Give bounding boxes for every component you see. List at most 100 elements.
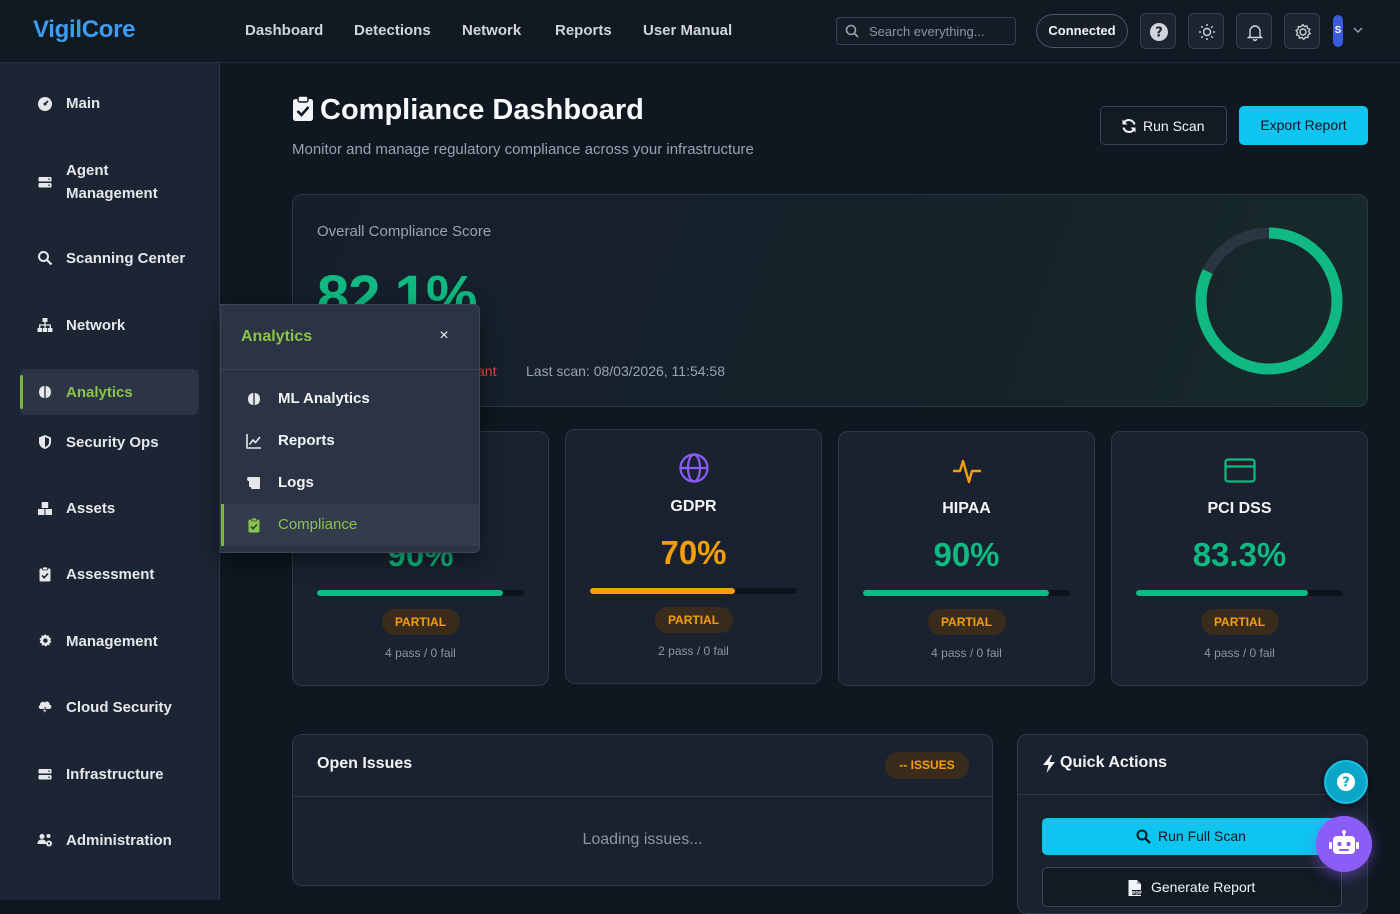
- sidebar-item-label: Infrastructure: [66, 766, 164, 783]
- network-icon: [37, 318, 53, 332]
- globe-icon: [678, 453, 709, 483]
- page-subtitle: Monitor and manage regulatory compliance…: [292, 141, 754, 158]
- notifications-button[interactable]: [1236, 13, 1272, 49]
- run-scan-button[interactable]: Run Scan: [1100, 106, 1227, 145]
- submenu-header: Analytics ×: [221, 305, 479, 370]
- submenu-item-reports[interactable]: Reports: [221, 420, 479, 462]
- analytics-submenu: Analytics × ML Analytics Reports Logs Co…: [220, 304, 480, 553]
- sidebar-item-assessment[interactable]: Assessment: [20, 551, 199, 597]
- submenu-item-label: ML Analytics: [278, 390, 370, 407]
- submenu-item-logs[interactable]: Logs: [221, 462, 479, 504]
- sidebar-item-label: Main: [66, 95, 101, 112]
- server-icon: [38, 769, 52, 780]
- framework-name: PCI DSS: [1207, 500, 1272, 517]
- pass-fail-count: 4 pass / 0 fail: [931, 646, 1002, 660]
- connection-status[interactable]: Connected: [1036, 14, 1128, 48]
- open-issues-title: Open Issues: [317, 755, 413, 772]
- app-logo[interactable]: VigilCore: [33, 16, 136, 44]
- export-report-button[interactable]: Export Report: [1239, 106, 1368, 145]
- framework-progress-track: [863, 590, 1070, 596]
- submenu-item-label: Compliance: [278, 516, 358, 533]
- brain-icon: [39, 386, 51, 398]
- floating-help-button[interactable]: ?: [1324, 760, 1368, 804]
- framework-progress-fill: [590, 588, 735, 594]
- refresh-icon: [1122, 119, 1136, 133]
- generate-report-label: Generate Report: [1151, 879, 1256, 895]
- framework-percent: 90%: [933, 536, 1000, 573]
- svg-text:PDF: PDF: [1132, 890, 1142, 896]
- chevron-down-icon[interactable]: [1353, 25, 1363, 35]
- sidebar: Main Agent Management Scanning Center Ne…: [0, 63, 220, 900]
- clipboard-check-icon: [293, 95, 313, 121]
- gauge-icon: [38, 97, 52, 111]
- sidebar-item-cloud-security[interactable]: Cloud Security: [20, 684, 199, 730]
- question-circle-icon: ?: [1150, 23, 1168, 41]
- run-full-scan-label: Run Full Scan: [1158, 828, 1246, 844]
- avatar[interactable]: S: [1333, 15, 1343, 47]
- search-icon: [1136, 829, 1151, 844]
- sidebar-item-label: Management: [66, 633, 158, 650]
- search-placeholder: Search everything...: [869, 24, 985, 39]
- framework-progress-track: [590, 588, 797, 594]
- help-button[interactable]: ?: [1140, 13, 1176, 49]
- sidebar-item-label: Network: [66, 317, 126, 334]
- framework-progress-fill: [1136, 590, 1309, 596]
- sidebar-item-label: Cloud Security: [66, 699, 172, 716]
- svg-text:?: ?: [1342, 776, 1350, 791]
- settings-button[interactable]: [1284, 13, 1320, 49]
- page-title-text: Compliance Dashboard: [320, 94, 644, 126]
- close-icon[interactable]: ×: [436, 327, 452, 345]
- generate-report-button[interactable]: PDF Generate Report: [1042, 867, 1342, 907]
- gear-icon: [39, 634, 52, 647]
- framework-name: HIPAA: [942, 500, 991, 517]
- nav-reports[interactable]: Reports: [555, 22, 612, 39]
- search-input[interactable]: Search everything...: [836, 17, 1016, 45]
- framework-card-gdpr[interactable]: GDPR 70% PARTIAL 2 pass / 0 fail: [565, 429, 822, 684]
- run-scan-label: Run Scan: [1143, 118, 1205, 134]
- credit-card-icon: [1223, 458, 1256, 483]
- quick-actions-panel: Quick Actions Run Full Scan PDF Generate…: [1017, 734, 1368, 914]
- nav-user-manual[interactable]: User Manual: [643, 22, 732, 39]
- nav-detections[interactable]: Detections: [354, 22, 431, 39]
- sidebar-item-administration[interactable]: Administration: [20, 817, 199, 863]
- issues-count-badge: -- ISSUES: [885, 752, 969, 779]
- score-label: Overall Compliance Score: [317, 223, 492, 240]
- nav-dashboard[interactable]: Dashboard: [245, 22, 323, 39]
- framework-progress-fill: [317, 590, 504, 596]
- theme-toggle-button[interactable]: [1188, 13, 1224, 49]
- quick-actions-header: Quick Actions: [1018, 735, 1367, 795]
- sun-icon: [1199, 24, 1215, 40]
- run-full-scan-button[interactable]: Run Full Scan: [1042, 818, 1342, 855]
- sidebar-item-security-ops[interactable]: Security Ops: [20, 419, 199, 465]
- page-title: Compliance Dashboard: [292, 94, 644, 127]
- gear-icon: [1295, 23, 1311, 41]
- status-badge: PARTIAL: [654, 607, 733, 633]
- search-icon: [38, 251, 53, 266]
- issues-loading-text: Loading issues...: [582, 831, 703, 848]
- submenu-title: Analytics: [241, 328, 313, 345]
- sidebar-item-label: Analytics: [66, 384, 133, 401]
- chatbot-button[interactable]: [1316, 816, 1372, 872]
- sidebar-item-label: Scanning Center: [66, 250, 186, 267]
- pass-fail-count: 2 pass / 0 fail: [658, 644, 729, 658]
- sidebar-item-infrastructure[interactable]: Infrastructure: [20, 751, 199, 797]
- framework-card-pci-dss[interactable]: PCI DSS 83.3% PARTIAL 4 pass / 0 fail: [1111, 431, 1368, 686]
- sidebar-item-assets[interactable]: Assets: [20, 485, 199, 531]
- sidebar-item-label: Administration: [66, 832, 172, 849]
- submenu-item-compliance[interactable]: Compliance: [221, 504, 479, 546]
- sidebar-item-network[interactable]: Network: [20, 302, 199, 348]
- search-icon: [845, 24, 859, 38]
- sidebar-item-analytics[interactable]: Analytics: [20, 369, 199, 415]
- sidebar-item-scanning-center[interactable]: Scanning Center: [20, 235, 199, 281]
- shield-icon: [39, 435, 51, 449]
- svg-text:?: ?: [1155, 26, 1163, 41]
- users-gear-icon: [37, 834, 52, 847]
- submenu-item-ml-analytics[interactable]: ML Analytics: [221, 378, 479, 420]
- submenu-item-label: Reports: [278, 432, 335, 449]
- sidebar-item-agent-management[interactable]: Agent Management: [20, 157, 199, 207]
- framework-card-hipaa[interactable]: HIPAA 90% PARTIAL 4 pass / 0 fail: [838, 431, 1095, 686]
- nav-network[interactable]: Network: [462, 22, 521, 39]
- sidebar-item-management[interactable]: Management: [20, 618, 199, 664]
- sidebar-item-main[interactable]: Main: [20, 81, 199, 127]
- framework-progress-track: [317, 590, 524, 596]
